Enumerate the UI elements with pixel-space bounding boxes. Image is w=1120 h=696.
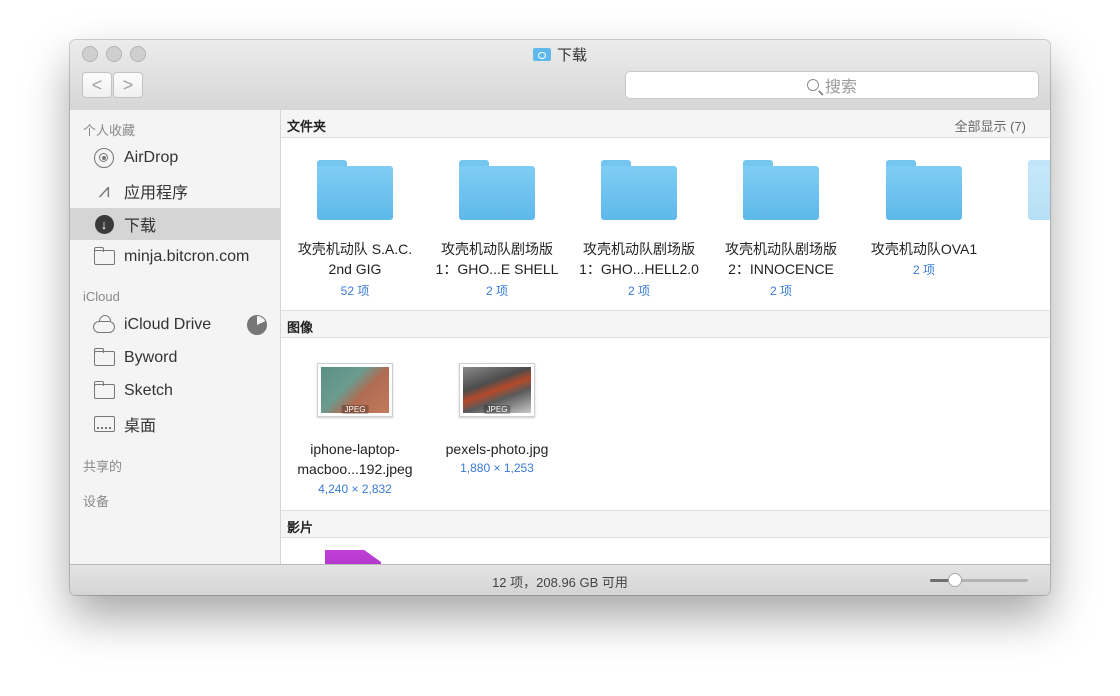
- back-button[interactable]: <: [82, 72, 112, 98]
- image-dimensions: 4,240 × 2,832: [318, 482, 392, 496]
- sidebar-item-applications[interactable]: ⩘ 应用程序: [70, 175, 280, 207]
- sidebar: 个人收藏 AirDrop ⩘ 应用程序 ↓ 下载 minja.bitcron.c…: [70, 110, 281, 564]
- file-type-tag: JPEG: [341, 405, 369, 414]
- item-name: pexels-photo.jpg: [445, 441, 549, 457]
- finder-window: 下载 < > 搜索 个人收藏 AirDrop ⩘ 应用程序 ↓ 下载 minja…: [70, 40, 1050, 595]
- search-field[interactable]: 搜索: [625, 71, 1039, 99]
- item-count: 2 项: [627, 284, 650, 298]
- section-header-images: 图像: [281, 310, 1050, 338]
- section-title: 影片: [287, 520, 314, 535]
- sidebar-header-favorites: 个人收藏: [83, 123, 136, 138]
- item-name: macboo...192.jpeg: [297, 461, 413, 477]
- folder-icon: [459, 160, 535, 220]
- item-name: 攻壳机动队剧场版: [583, 241, 695, 257]
- item-name: 攻壳机动队OVA1: [870, 241, 978, 257]
- movie-file-icon[interactable]: [325, 550, 381, 564]
- sidebar-item-icloud-drive[interactable]: iCloud Drive: [70, 309, 280, 341]
- item-count: 2 项: [485, 284, 508, 298]
- image-thumbnail: JPEG: [317, 363, 393, 417]
- sidebar-item-label: AirDrop: [124, 149, 179, 166]
- file-type-tag: JPEG: [483, 405, 511, 414]
- status-text: 12 项，208.96 GB 可用: [492, 575, 628, 590]
- sidebar-item-label: Sketch: [124, 382, 173, 399]
- sidebar-header-devices: 设备: [83, 494, 110, 509]
- window-title: 下载: [70, 44, 1050, 65]
- cloud-icon: [93, 321, 115, 333]
- show-all-button[interactable]: 全部显示 (7): [954, 116, 1026, 135]
- status-bar: 12 项，208.96 GB 可用: [70, 564, 1050, 595]
- folder-icon[interactable]: [1028, 160, 1050, 220]
- section-header-folders: 文件夹 全部显示 (7): [281, 110, 1050, 138]
- folder-icon: [601, 160, 677, 220]
- folder-icon: [93, 347, 115, 366]
- sidebar-item-sketch[interactable]: Sketch: [70, 375, 280, 407]
- item-name: 攻壳机动队剧场版: [441, 241, 553, 257]
- downloads-icon: ↓: [94, 214, 114, 234]
- sidebar-item-label: 下载: [124, 218, 157, 235]
- item-name: 2nd GIG: [328, 261, 382, 277]
- sidebar-item-label: 应用程序: [124, 185, 189, 202]
- folder-icon: [317, 160, 393, 220]
- forward-button[interactable]: >: [113, 72, 143, 98]
- sidebar-item-airdrop[interactable]: AirDrop: [70, 142, 280, 174]
- sidebar-item-label: 桌面: [124, 418, 157, 435]
- sidebar-item-minja[interactable]: minja.bitcron.com: [70, 241, 280, 273]
- window-title-text: 下载: [556, 47, 587, 64]
- section-header-movies: 影片: [281, 510, 1050, 538]
- sidebar-item-desktop[interactable]: 桌面: [70, 408, 280, 440]
- item-count: 52 项: [340, 284, 370, 298]
- content-area: 文件夹 全部显示 (7) 攻壳机动队 S.A.C. 2nd GIG 52 项 攻…: [281, 110, 1050, 564]
- item-count: 2 项: [769, 284, 792, 298]
- airdrop-icon: [94, 148, 114, 168]
- item-name: 1：GHO...E SHELL: [435, 261, 559, 277]
- sidebar-item-label: minja.bitcron.com: [124, 248, 250, 265]
- sidebar-item-byword[interactable]: Byword: [70, 342, 280, 374]
- item-count: 2 项: [912, 263, 935, 277]
- section-title: 文件夹: [287, 119, 327, 134]
- search-placeholder: 搜索: [824, 79, 857, 96]
- sidebar-header-icloud: iCloud: [83, 289, 120, 304]
- desktop-icon: [93, 416, 115, 432]
- item-name: 2：INNOCENCE: [728, 261, 834, 277]
- folder-icon: [93, 380, 115, 399]
- folder-icon: [743, 160, 819, 220]
- folder-icon: [93, 246, 115, 265]
- item-name: 攻壳机动队 S.A.C.: [297, 241, 413, 257]
- search-icon: [806, 79, 819, 91]
- sidebar-item-label: iCloud Drive: [124, 316, 212, 333]
- item-name: iphone-laptop-: [310, 441, 400, 457]
- downloads-folder-icon: [532, 48, 551, 61]
- sidebar-item-downloads[interactable]: ↓ 下载: [70, 208, 280, 240]
- sidebar-item-label: Byword: [124, 349, 178, 366]
- applications-icon: ⩘: [98, 179, 110, 202]
- folder-icon: [886, 160, 962, 220]
- sidebar-header-shared: 共享的: [83, 459, 123, 474]
- section-title: 图像: [287, 320, 314, 335]
- item-name: 1：GHO...HELL2.0: [579, 261, 699, 277]
- title-bar: 下载 < > 搜索: [70, 40, 1050, 111]
- image-thumbnail: JPEG: [459, 363, 535, 417]
- image-dimensions: 1,880 × 1,253: [460, 461, 534, 475]
- item-name: 攻壳机动队剧场版: [725, 241, 837, 257]
- storage-pie-icon: [247, 315, 267, 335]
